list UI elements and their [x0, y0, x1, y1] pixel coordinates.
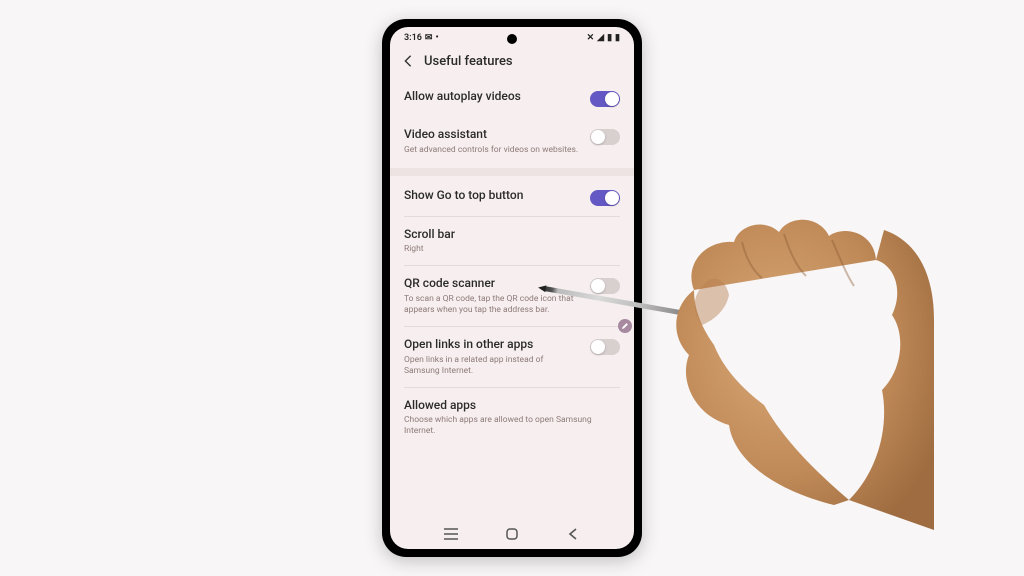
camera-hole [507, 34, 517, 44]
status-time: 3:16 [404, 33, 422, 43]
dots-icon: • [435, 33, 438, 43]
back-nav-button[interactable] [558, 519, 588, 549]
setting-subtitle: Right [404, 244, 620, 255]
toggle-qr-scanner[interactable] [590, 278, 620, 294]
signal-disabled-icon: ✕ [587, 33, 595, 43]
android-nav-bar [390, 519, 634, 549]
chevron-left-icon [568, 527, 578, 541]
setting-go-to-top[interactable]: Show Go to top button [390, 178, 634, 216]
toggle-go-to-top[interactable] [590, 190, 620, 206]
setting-autoplay-videos[interactable]: Allow autoplay videos [390, 79, 634, 117]
recent-icon [443, 527, 459, 541]
home-button[interactable] [497, 519, 527, 549]
setting-subtitle: To scan a QR code, tap the QR code icon … [404, 294, 580, 316]
setting-scroll-bar[interactable]: Scroll bar Right [390, 217, 634, 266]
battery-icon: ▮ [615, 33, 620, 43]
toggle-open-links[interactable] [590, 339, 620, 355]
setting-subtitle: Get advanced controls for videos on webs… [404, 145, 580, 156]
phone-screen: 3:16 ✉ • ✕ ◢ ▮ ▮ Useful features Allow a… [390, 27, 634, 549]
toggle-autoplay[interactable] [590, 91, 620, 107]
setting-title: Scroll bar [404, 227, 620, 243]
setting-title: Show Go to top button [404, 188, 580, 204]
recent-apps-button[interactable] [436, 519, 466, 549]
phone-frame: 3:16 ✉ • ✕ ◢ ▮ ▮ Useful features Allow a… [382, 19, 642, 557]
page-header: Useful features [390, 47, 634, 79]
hand-holding-stylus [634, 170, 934, 530]
setting-title: Open links in other apps [404, 337, 580, 353]
setting-title: Allowed apps [404, 398, 620, 414]
setting-subtitle: Open links in a related app instead of S… [404, 355, 580, 377]
home-icon [505, 527, 519, 541]
setting-subtitle: Choose which apps are allowed to open Sa… [404, 415, 620, 437]
wifi-icon: ◢ [597, 33, 604, 43]
setting-open-links[interactable]: Open links in other apps Open links in a… [390, 327, 634, 387]
chevron-left-icon [403, 54, 413, 68]
section-divider [390, 168, 634, 176]
setting-title: Allow autoplay videos [404, 89, 580, 105]
setting-allowed-apps[interactable]: Allowed apps Choose which apps are allow… [390, 388, 634, 448]
setting-title: Video assistant [404, 127, 580, 143]
message-icon: ✉ [425, 33, 433, 43]
signal-icon: ▮ [607, 33, 612, 43]
page-title: Useful features [424, 54, 513, 69]
scroll-indicator[interactable] [618, 319, 632, 333]
back-button[interactable] [400, 53, 416, 69]
setting-video-assistant[interactable]: Video assistant Get advanced controls fo… [390, 117, 634, 166]
toggle-video-assistant[interactable] [590, 129, 620, 145]
pencil-icon [621, 322, 629, 330]
